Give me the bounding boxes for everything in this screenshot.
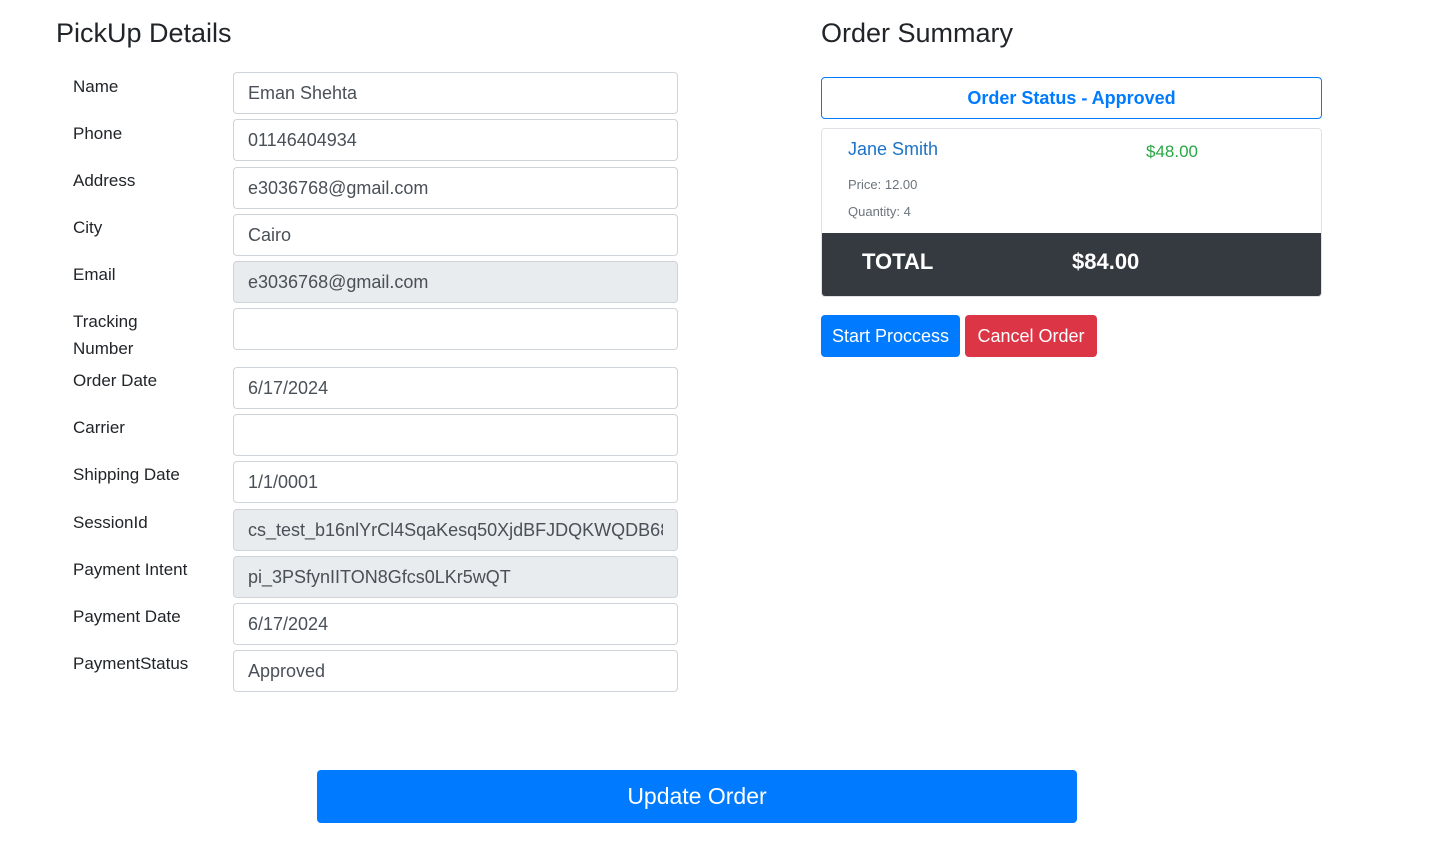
order-date-label: Order Date	[73, 371, 158, 390]
carrier-input[interactable]	[233, 414, 678, 456]
session-id-input[interactable]	[233, 509, 678, 551]
order-status-badge: Order Status - Approved	[821, 77, 1322, 119]
item-name: Jane Smith	[848, 139, 939, 159]
total-label: TOTAL	[862, 249, 934, 274]
carrier-label: Carrier	[73, 418, 125, 437]
payment-status-label: PaymentStatus	[73, 654, 189, 673]
item-quantity: Quantity: 4	[848, 204, 911, 219]
payment-date-label: Payment Date	[73, 607, 181, 626]
payment-intent-label: Payment Intent	[73, 560, 188, 579]
payment-intent-input[interactable]	[233, 556, 678, 598]
cancel-order-button[interactable]: Cancel Order	[965, 315, 1097, 357]
start-process-button[interactable]: Start Proccess	[821, 315, 960, 357]
tracking-number-input[interactable]	[233, 308, 678, 350]
shipping-date-input[interactable]	[233, 461, 678, 503]
order-details-page: PickUp Details Name Phone Address City E…	[0, 0, 1442, 843]
address-input[interactable]	[233, 167, 678, 209]
pickup-details-title: PickUp Details	[56, 18, 232, 48]
tracking-number-label: Tracking Number	[73, 312, 138, 358]
total-value: $84.00	[1072, 249, 1140, 274]
item-line-total: $48.00	[1146, 142, 1198, 161]
email-input[interactable]	[233, 261, 678, 303]
order-summary-card: Jane Smith $48.00 Price: 12.00 Quantity:…	[821, 128, 1322, 297]
phone-label: Phone	[73, 124, 123, 143]
session-id-label: SessionId	[73, 513, 148, 532]
total-bar: TOTAL $84.00	[822, 233, 1321, 296]
order-summary-title: Order Summary	[821, 18, 1014, 48]
name-input[interactable]	[233, 72, 678, 114]
shipping-date-label: Shipping Date	[73, 465, 180, 484]
payment-status-input[interactable]	[233, 650, 678, 692]
phone-input[interactable]	[233, 119, 678, 161]
payment-date-input[interactable]	[233, 603, 678, 645]
city-input[interactable]	[233, 214, 678, 256]
address-label: Address	[73, 171, 136, 190]
update-order-button[interactable]: Update Order	[317, 770, 1077, 823]
item-price: Price: 12.00	[848, 177, 918, 192]
city-label: City	[73, 218, 103, 237]
order-date-input[interactable]	[233, 367, 678, 409]
email-label: Email	[73, 265, 116, 284]
name-label: Name	[73, 77, 119, 96]
